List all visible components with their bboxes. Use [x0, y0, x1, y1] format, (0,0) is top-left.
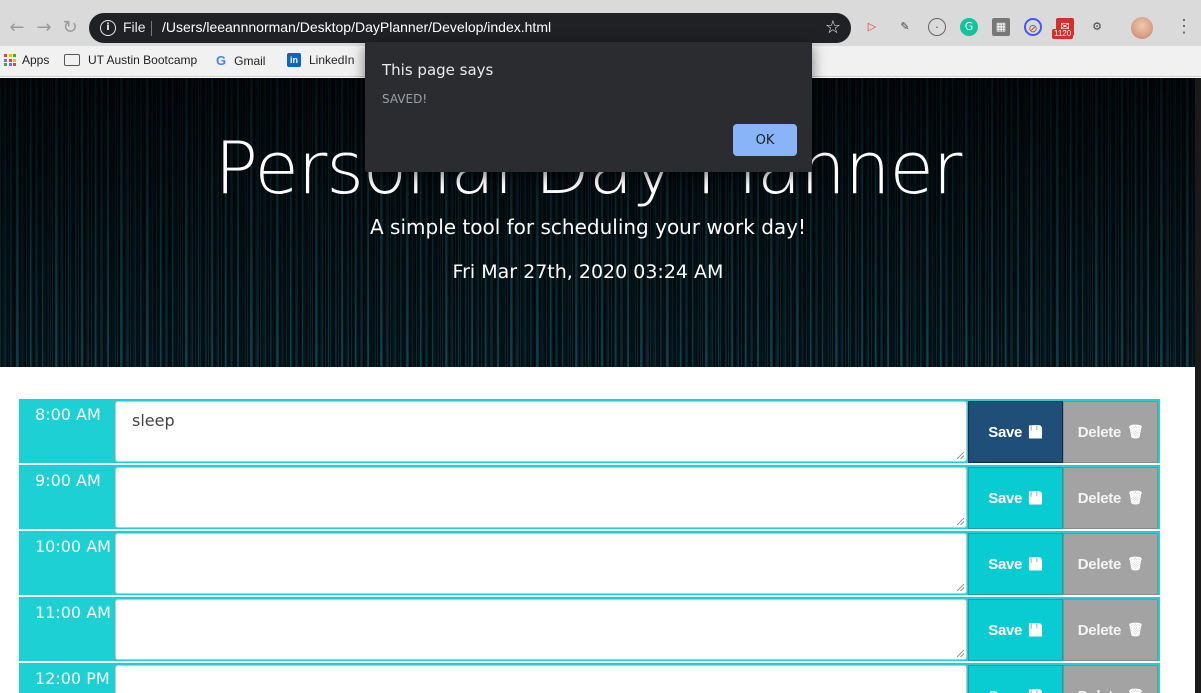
- back-icon[interactable]: ←: [6, 17, 28, 39]
- extension-window-icon[interactable]: ▦: [992, 18, 1010, 36]
- delete-button[interactable]: Delete 🗑: [1063, 401, 1158, 463]
- hour-label: 8:00 AM: [35, 405, 101, 424]
- forward-icon[interactable]: →: [33, 17, 55, 39]
- save-button[interactable]: Save 💾: [968, 467, 1063, 529]
- floppy-disk-icon: 💾: [1028, 491, 1043, 505]
- grammarly-icon[interactable]: G: [960, 18, 978, 36]
- delete-button[interactable]: Delete 🗑: [1063, 599, 1158, 661]
- dialog-ok-button[interactable]: OK: [733, 124, 797, 156]
- tab-strip: [0, 0, 1201, 10]
- event-textarea[interactable]: sleep: [115, 401, 967, 462]
- settings-gear-icon[interactable]: ⚙: [1088, 18, 1106, 36]
- bookmark-label: Apps: [22, 53, 50, 67]
- folder-icon: [64, 54, 80, 66]
- delete-label: Delete: [1078, 688, 1122, 693]
- hour-label: 12:00 PM: [35, 669, 110, 688]
- floppy-disk-icon: 💾: [1028, 557, 1043, 571]
- apps-grid-icon: [4, 54, 16, 66]
- menu-dots-icon[interactable]: ⋮: [1175, 16, 1193, 37]
- event-textarea[interactable]: [115, 599, 967, 660]
- save-button[interactable]: Save 💾: [968, 401, 1063, 463]
- trash-icon: 🗑: [1127, 424, 1144, 440]
- dialog-title: This page says: [382, 61, 494, 79]
- alert-dialog: This page says SAVED! OK: [365, 42, 812, 172]
- delete-label: Delete: [1077, 423, 1122, 441]
- delete-label: Delete: [1077, 621, 1122, 639]
- mail-badge: 1120: [1052, 29, 1074, 39]
- url-scheme-label: File: [123, 19, 146, 35]
- floppy-disk-icon: 💾: [1028, 623, 1043, 637]
- time-block-row: 12:00 PM Save 💾 Delete 🗑: [19, 663, 1160, 693]
- url-text[interactable]: /Users/leeannnorman/Desktop/DayPlanner/D…: [162, 19, 551, 35]
- save-label: Save: [988, 688, 1022, 693]
- hour-label: 11:00 AM: [35, 603, 111, 622]
- delete-button[interactable]: Delete 🗑: [1063, 467, 1158, 529]
- bookmark-label: Gmail: [234, 53, 266, 68]
- google-icon: G: [216, 53, 227, 68]
- bookmark-label: UT Austin Bootcamp: [88, 53, 198, 67]
- address-separator: [151, 21, 152, 36]
- resize-grip-icon[interactable]: [957, 650, 964, 657]
- save-button[interactable]: Save 💾: [968, 665, 1063, 693]
- resize-grip-icon[interactable]: [957, 452, 964, 459]
- bookmark-ut-austin[interactable]: UT Austin Bootcamp: [64, 53, 197, 67]
- delete-label: Delete: [1077, 555, 1122, 573]
- browser-toolbar: ← → ↻ i File /Users/leeannnorman/Desktop…: [0, 10, 1201, 46]
- save-label: Save: [988, 489, 1023, 507]
- trash-icon: 🗑: [1127, 689, 1144, 693]
- time-block-row: 11:00 AM Save 💾 Delete 🗑: [19, 597, 1160, 661]
- delete-button[interactable]: Delete 🗑: [1063, 665, 1158, 693]
- event-textarea[interactable]: [115, 665, 967, 693]
- page-subtitle: A simple tool for scheduling your work d…: [370, 215, 806, 239]
- bookmark-gmail[interactable]: G Gmail: [216, 53, 265, 68]
- trash-icon: 🗑: [1127, 622, 1144, 638]
- floppy-disk-icon: 💾: [1028, 425, 1043, 439]
- extension-circle-icon[interactable]: ·: [928, 18, 946, 36]
- event-textarea[interactable]: [115, 533, 967, 594]
- floppy-disk-icon: 💾: [1028, 689, 1043, 693]
- time-block-row: 10:00 AM Save 💾 Delete 🗑: [19, 531, 1160, 595]
- address-bar[interactable]: i File /Users/leeannnorman/Desktop/DayPl…: [89, 13, 851, 43]
- resize-grip-icon[interactable]: [957, 584, 964, 591]
- bookmark-apps[interactable]: Apps: [4, 53, 49, 67]
- time-block-row: 9:00 AM Save 💾 Delete 🗑: [19, 465, 1160, 529]
- delete-button[interactable]: Delete 🗑: [1063, 533, 1158, 595]
- event-textarea[interactable]: [115, 467, 967, 528]
- extension-play-icon[interactable]: ▷: [863, 18, 881, 36]
- delete-label: Delete: [1077, 489, 1122, 507]
- save-button[interactable]: Save 💾: [968, 599, 1063, 661]
- linkedin-icon: in: [287, 53, 301, 67]
- window-edge: [1195, 78, 1201, 693]
- bookmark-linkedin[interactable]: in LinkedIn: [287, 53, 354, 67]
- save-label: Save: [988, 555, 1023, 573]
- save-label: Save: [988, 621, 1023, 639]
- save-button[interactable]: Save 💾: [968, 533, 1063, 595]
- trash-icon: 🗑: [1127, 490, 1144, 506]
- save-label: Save: [988, 423, 1023, 441]
- resize-grip-icon[interactable]: [957, 518, 964, 525]
- hour-label: 9:00 AM: [35, 471, 101, 490]
- profile-avatar[interactable]: [1131, 17, 1153, 39]
- reload-icon[interactable]: ↻: [59, 17, 81, 39]
- block-icon[interactable]: ⊘: [1024, 18, 1042, 36]
- dialog-message: SAVED!: [382, 92, 428, 106]
- time-block-row: 8:00 AM sleep Save 💾 Delete 🗑: [19, 399, 1160, 463]
- current-date: Fri Mar 27th, 2020 03:24 AM: [452, 261, 724, 283]
- info-icon[interactable]: i: [100, 20, 116, 36]
- bookmark-star-icon[interactable]: ☆: [825, 17, 841, 38]
- extension-pen-icon[interactable]: ✎: [896, 18, 914, 36]
- hour-label: 10:00 AM: [35, 537, 111, 556]
- browser-window: ← → ↻ i File /Users/leeannnorman/Desktop…: [0, 0, 1201, 693]
- trash-icon: 🗑: [1127, 556, 1144, 572]
- bookmark-label: LinkedIn: [309, 53, 355, 67]
